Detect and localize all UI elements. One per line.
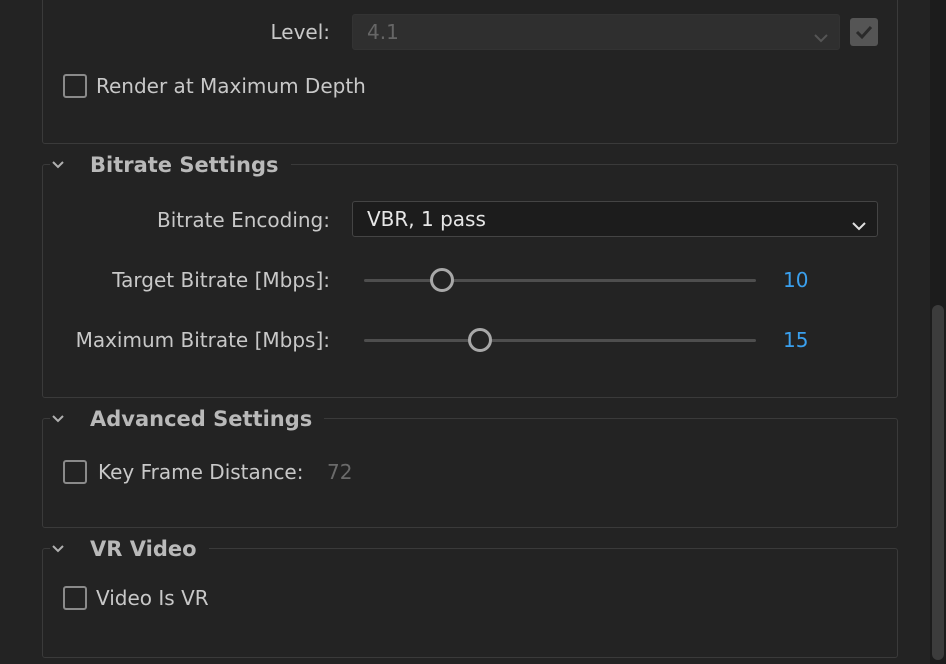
target-bitrate-label: Target Bitrate [Mbps]: xyxy=(112,268,330,292)
bitrate-encoding-dropdown[interactable]: VBR, 1 pass xyxy=(352,201,878,237)
video-is-vr-label: Video Is VR xyxy=(96,586,209,610)
key-frame-distance-value[interactable]: 72 xyxy=(327,460,352,484)
scrollbar-thumb[interactable] xyxy=(932,305,944,660)
vr-section-title: VR Video xyxy=(90,537,197,561)
chevron-down-icon xyxy=(50,151,76,179)
bitrate-section-title: Bitrate Settings xyxy=(90,153,279,177)
level-label: Level: xyxy=(270,20,330,44)
bitrate-encoding-value: VBR, 1 pass xyxy=(367,207,486,231)
level-dropdown[interactable]: 4.1 xyxy=(352,14,840,50)
advanced-section-header[interactable]: Advanced Settings xyxy=(50,405,325,433)
target-bitrate-slider-track[interactable] xyxy=(364,279,756,282)
render-max-depth-label: Render at Maximum Depth xyxy=(96,74,366,98)
bitrate-encoding-label: Bitrate Encoding: xyxy=(156,208,330,232)
level-auto-checkbox[interactable] xyxy=(850,18,878,46)
render-max-depth-checkbox[interactable] xyxy=(63,74,87,98)
max-bitrate-slider-track[interactable] xyxy=(364,339,756,342)
bitrate-section-header[interactable]: Bitrate Settings xyxy=(50,151,291,179)
chevron-down-icon xyxy=(851,213,867,237)
level-value: 4.1 xyxy=(367,20,399,44)
max-bitrate-label: Maximum Bitrate [Mbps]: xyxy=(75,328,330,352)
vr-section-header[interactable]: VR Video xyxy=(50,535,209,563)
max-bitrate-value[interactable]: 15 xyxy=(783,328,808,352)
target-bitrate-slider-thumb[interactable] xyxy=(430,268,454,292)
checkmark-icon xyxy=(855,25,873,40)
max-bitrate-slider-thumb[interactable] xyxy=(468,328,492,352)
video-is-vr-checkbox[interactable] xyxy=(63,586,87,610)
target-bitrate-value[interactable]: 10 xyxy=(783,268,808,292)
key-frame-distance-label: Key Frame Distance: xyxy=(98,460,304,484)
chevron-down-icon xyxy=(50,535,76,563)
chevron-down-icon xyxy=(813,25,829,49)
chevron-down-icon xyxy=(50,405,76,433)
key-frame-distance-checkbox[interactable] xyxy=(63,460,87,484)
advanced-section-title: Advanced Settings xyxy=(90,407,313,431)
